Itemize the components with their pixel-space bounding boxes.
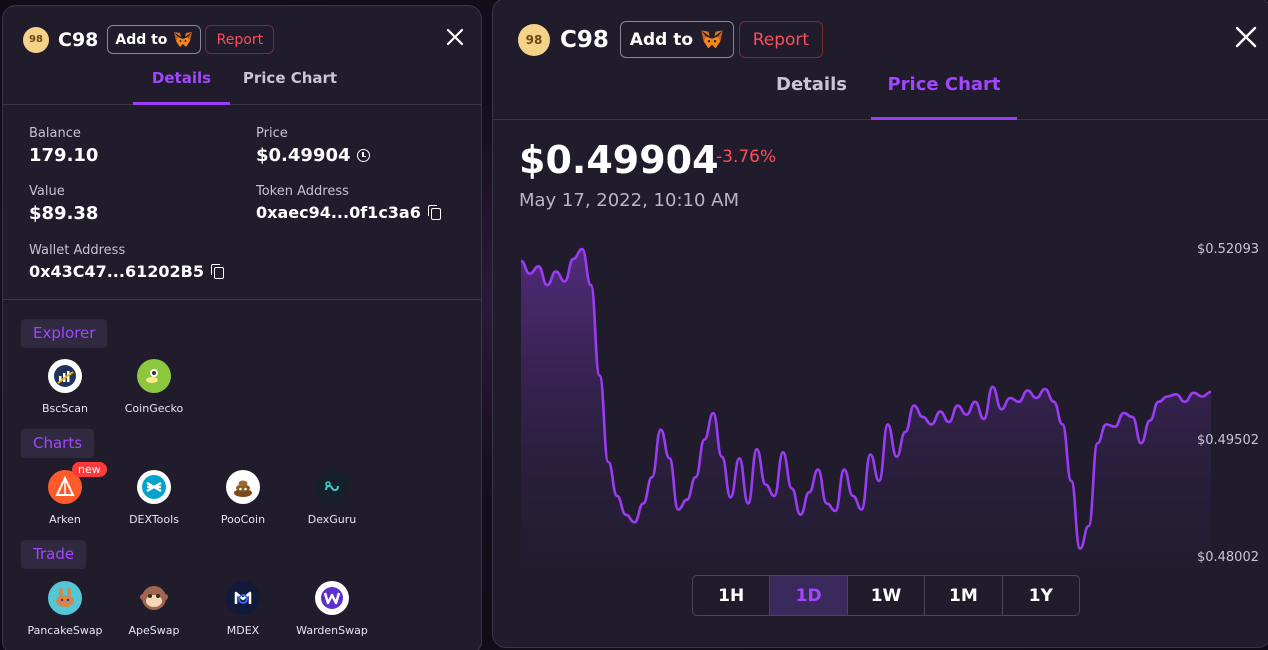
clock-icon[interactable] <box>356 149 370 162</box>
charts-section-label: Charts <box>21 429 95 458</box>
poocoin-icon <box>226 470 260 504</box>
new-badge: new <box>72 462 107 477</box>
poocoin-link[interactable]: PooCoin <box>198 470 288 526</box>
c98-logo-icon: 98 <box>23 26 49 53</box>
bscscan-icon <box>48 359 82 393</box>
pancakeswap-label: PancakeSwap <box>27 624 103 637</box>
dextools-link[interactable]: DEXTools <box>109 470 199 526</box>
wardenswap-link[interactable]: WardenSwap <box>287 581 377 637</box>
coingecko-icon <box>137 359 171 393</box>
report-button[interactable]: Report <box>205 25 275 54</box>
divider <box>3 299 481 300</box>
price-label: Price <box>256 126 288 141</box>
y-tick-bottom: $0.48002 <box>1196 550 1259 565</box>
price-area-fill <box>521 249 1211 574</box>
bscscan-link[interactable]: BscScan <box>20 359 110 415</box>
trade-section-label: Trade <box>21 540 87 569</box>
token-address-label: Token Address <box>256 184 349 199</box>
tab-price-chart[interactable]: Price Chart <box>240 66 340 105</box>
coingecko-label: CoinGecko <box>124 402 184 415</box>
range-1h-button[interactable]: 1H <box>693 576 771 615</box>
pancakeswap-icon <box>48 581 82 615</box>
mdex-icon <box>226 581 260 615</box>
dextools-icon <box>137 470 171 504</box>
range-1m-button[interactable]: 1M <box>925 576 1003 615</box>
copy-wallet-icon[interactable] <box>210 263 224 279</box>
price-value: $0.49904 <box>256 145 370 166</box>
dexguru-icon <box>315 470 349 504</box>
explorer-section-label: Explorer <box>21 319 108 348</box>
details-panel: 98 C98 Add to Report Details Price Chart… <box>2 5 482 650</box>
token-header: 98 C98 Add to Report <box>23 25 275 54</box>
apeswap-link[interactable]: ApeSwap <box>109 581 199 637</box>
copy-token-icon[interactable] <box>427 204 441 220</box>
range-1y-button[interactable]: 1Y <box>1003 576 1079 615</box>
dexguru-link[interactable]: DexGuru <box>287 470 377 526</box>
metamask-fox-icon <box>174 31 193 47</box>
wardenswap-icon <box>315 581 349 615</box>
add-to-label: Add to <box>115 31 168 48</box>
balance-value: 179.10 <box>29 145 99 166</box>
tab-bar: Details Price Chart <box>3 66 481 105</box>
range-1w-button[interactable]: 1W <box>848 576 926 615</box>
y-tick-mid: $0.49502 <box>1196 433 1259 448</box>
arken-link[interactable]: new Arken <box>20 462 110 526</box>
tab-details[interactable]: Details <box>133 66 230 105</box>
y-tick-top: $0.52093 <box>1196 242 1259 257</box>
coingecko-link[interactable]: CoinGecko <box>109 359 199 415</box>
value-label: Value <box>29 184 65 199</box>
apeswap-icon <box>137 581 171 615</box>
wallet-address-value: 0x43C47...61202B5 <box>29 262 224 281</box>
mdex-label: MDEX <box>226 624 260 637</box>
wallet-address-label: Wallet Address <box>29 243 126 258</box>
close-icon[interactable] <box>446 28 464 46</box>
time-range-selector: 1H 1D 1W 1M 1Y <box>692 575 1080 616</box>
value-value: $89.38 <box>29 203 99 224</box>
arken-label: Arken <box>49 513 81 526</box>
add-to-wallet-button[interactable]: Add to <box>107 25 202 54</box>
balance-label: Balance <box>29 126 81 141</box>
bscscan-label: BscScan <box>41 402 89 415</box>
price-chart-panel: 98 C98 Add to Report Details Price Chart… <box>492 0 1268 648</box>
poocoin-label: PooCoin <box>220 513 266 526</box>
price-chart[interactable] <box>493 0 1268 648</box>
dextools-label: DEXTools <box>129 513 179 526</box>
apeswap-label: ApeSwap <box>128 624 180 637</box>
mdex-link[interactable]: MDEX <box>198 581 288 637</box>
coin-name: C98 <box>58 28 99 51</box>
range-1d-button[interactable]: 1D <box>770 576 848 615</box>
wardenswap-label: WardenSwap <box>296 624 368 637</box>
token-address-value: 0xaec94...0f1c3a6 <box>256 203 441 222</box>
pancakeswap-link[interactable]: PancakeSwap <box>20 581 110 637</box>
dexguru-label: DexGuru <box>307 513 357 526</box>
